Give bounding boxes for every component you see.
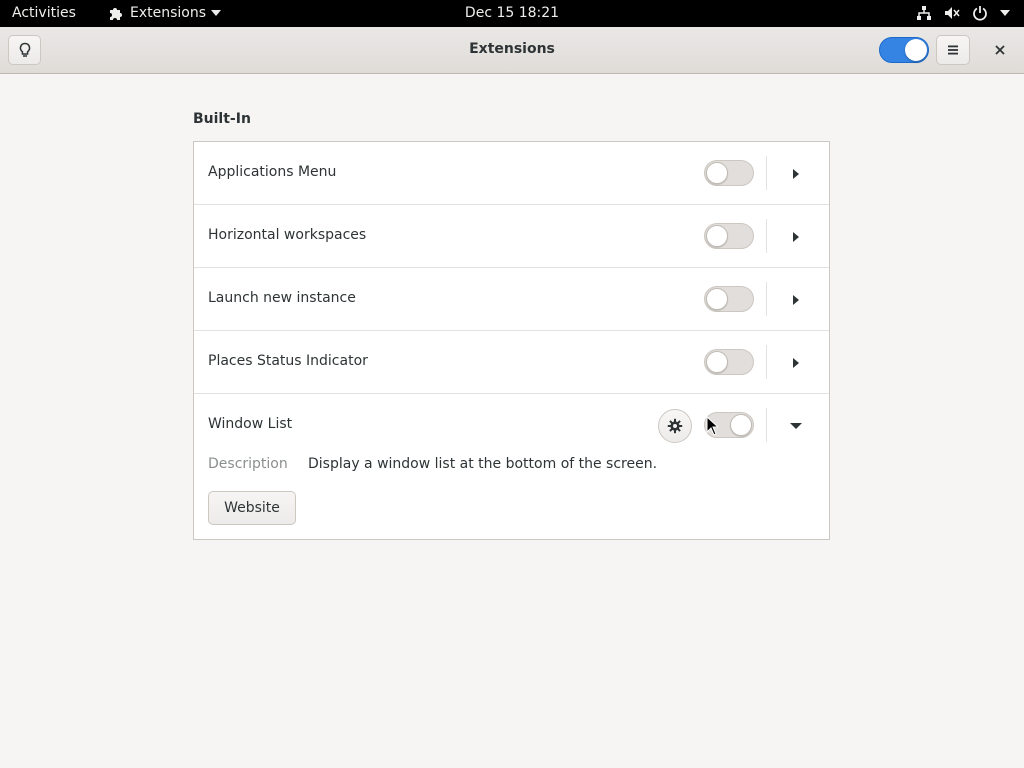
extension-name: Launch new instance	[208, 290, 356, 306]
tips-button[interactable]	[8, 35, 41, 65]
collapse-button[interactable]	[784, 414, 808, 438]
header-bar: Extensions	[0, 27, 1024, 74]
system-status-menu[interactable]	[916, 5, 1010, 21]
clock[interactable]: Dec 15 18:21	[465, 5, 559, 21]
switch-knob	[706, 225, 728, 247]
extensions-master-switch[interactable]	[879, 37, 929, 63]
extension-toggle[interactable]	[704, 223, 754, 249]
extension-name: Places Status Indicator	[208, 353, 368, 369]
extension-row-applications-menu[interactable]: Applications Menu	[194, 142, 829, 205]
extension-name: Window List	[208, 416, 293, 432]
hamburger-menu-icon	[948, 45, 958, 55]
extension-settings-button[interactable]	[658, 409, 692, 443]
expand-button[interactable]	[784, 351, 808, 375]
extension-toggle[interactable]	[704, 160, 754, 186]
app-menu-label: Extensions	[130, 5, 207, 21]
switch-knob	[905, 39, 927, 61]
chevron-right-icon	[793, 232, 799, 242]
lightbulb-icon	[19, 42, 30, 57]
activities-button[interactable]: Activities	[12, 5, 76, 21]
expand-button[interactable]	[784, 225, 808, 249]
description-label: Description	[208, 456, 288, 472]
separator	[766, 408, 767, 442]
puzzle-icon	[110, 8, 122, 20]
power-icon	[973, 6, 987, 21]
separator	[766, 345, 767, 379]
description-text: Display a window list at the bottom of t…	[308, 456, 658, 472]
extension-toggle[interactable]	[704, 286, 754, 312]
volume-muted-icon	[945, 7, 960, 19]
mouse-pointer-icon	[706, 416, 718, 436]
extension-row-launch-new-instance[interactable]: Launch new instance	[194, 268, 829, 331]
switch-knob	[730, 414, 752, 436]
close-button[interactable]	[986, 38, 1014, 62]
network-icon	[917, 6, 931, 20]
switch-knob	[706, 288, 728, 310]
extension-row-places-status-indicator[interactable]: Places Status Indicator	[194, 331, 829, 394]
expand-button[interactable]	[784, 288, 808, 312]
main-menu-button[interactable]	[936, 35, 970, 65]
separator	[766, 156, 767, 190]
chevron-right-icon	[793, 358, 799, 368]
chevron-down-icon	[211, 10, 222, 16]
chevron-down-icon	[1000, 10, 1010, 16]
close-icon	[995, 45, 1005, 55]
section-title: Built-In	[193, 111, 251, 127]
extension-name: Applications Menu	[208, 164, 337, 180]
extension-toggle[interactable]	[704, 349, 754, 375]
website-button[interactable]: Website	[208, 491, 296, 525]
app-menu[interactable]: Extensions	[108, 5, 222, 21]
chevron-right-icon	[793, 169, 799, 179]
expand-button[interactable]	[784, 162, 808, 186]
top-bar: Activities Extensions Dec 15 18:21	[0, 0, 1024, 27]
separator	[766, 282, 767, 316]
chevron-down-icon	[790, 423, 802, 429]
extension-name: Horizontal workspaces	[208, 227, 367, 243]
chevron-right-icon	[793, 295, 799, 305]
switch-knob	[706, 162, 728, 184]
extension-row-horizontal-workspaces[interactable]: Horizontal workspaces	[194, 205, 829, 268]
extensions-list: Applications Menu Horizontal workspaces …	[193, 141, 830, 540]
gear-icon	[667, 418, 683, 434]
extension-row-window-list[interactable]: Window List	[194, 394, 829, 457]
separator	[766, 219, 767, 253]
window-title: Extensions	[469, 41, 555, 57]
switch-knob	[706, 351, 728, 373]
